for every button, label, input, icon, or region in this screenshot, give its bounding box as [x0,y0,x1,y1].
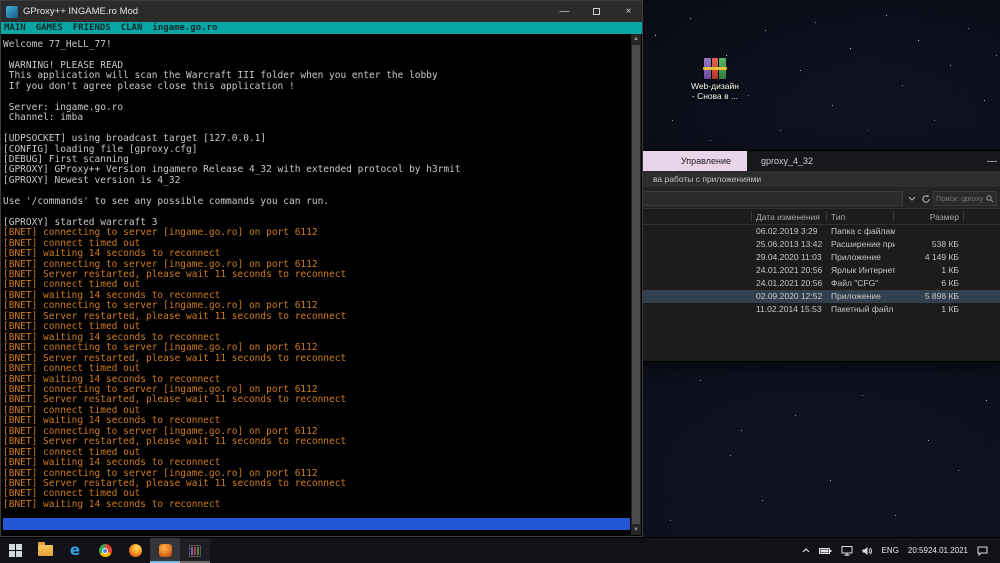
tray-time: 20:59 [908,546,928,555]
console-titlebar[interactable]: GProxy++ INGAME.ro Mod — × [1,1,642,22]
console-minimize-button[interactable]: — [551,1,578,22]
folder-icon [38,545,53,556]
file-size: 538 КБ [891,239,959,249]
file-type: Расширение при... [831,239,895,249]
taskbar-file-explorer-button[interactable] [30,538,60,563]
taskbar-edge-button[interactable]: e [60,538,90,563]
menu-item-clan[interactable]: CLAN [121,23,143,33]
battery-icon[interactable] [819,546,832,556]
column-divider[interactable] [963,211,964,222]
menu-item-server[interactable]: ingame.go.ro [152,23,217,33]
console-line: [BNET] waiting 14 seconds to reconnect [3,458,630,468]
windows-logo-icon [9,544,22,557]
file-type: Приложение [831,252,895,262]
console-input-bar[interactable] [3,518,630,530]
console-window-title: GProxy++ INGAME.ro Mod [23,6,546,17]
column-divider[interactable] [893,211,894,222]
search-input[interactable] [934,194,986,203]
console-line: [BNET] waiting 14 seconds to reconnect [3,500,630,510]
file-size: 1 КБ [891,304,959,314]
file-type: Пакетный файл ... [831,304,895,314]
desktop-icon-label-line2: - Снова в ... [684,92,746,102]
column-header-size[interactable]: Размер [896,212,959,222]
console-scrollbar[interactable]: ▲ ▼ [631,34,641,535]
file-type: Файл "CFG" [831,278,895,288]
explorer-minimize-button[interactable]: — [975,151,1000,171]
menu-item-friends[interactable]: FRIENDS [73,23,111,33]
file-date: 24.01.2021 20:56 [756,265,822,275]
file-type: Папка с файлами [831,226,895,236]
contextual-tab-label: Управление [681,156,731,166]
file-size: 6 КБ [891,278,959,288]
file-size: 1 КБ [891,265,959,275]
explorer-window-title: gproxy_4_32 [761,156,813,166]
file-type: Ярлык Интернета [831,265,895,275]
file-date: 02.09.2020 12:52 [756,291,822,301]
refresh-icon[interactable] [919,192,932,205]
gproxy-app-icon [6,6,18,18]
column-header-type[interactable]: Тип [831,212,845,222]
console-close-button[interactable]: × [615,1,642,22]
console-line: [UDPSOCKET] using broadcast target [127.… [3,134,630,144]
firefox-icon [129,544,142,557]
menu-item-games[interactable]: GAMES [36,23,63,33]
console-output: Welcome 77_HeLL_77! WARNING! PLEASE READ… [3,34,630,512]
file-date: 06.02.2019 3:29 [756,226,817,236]
start-button[interactable] [0,538,30,563]
column-divider[interactable] [751,211,752,222]
desktop-icon-webdesign[interactable]: Web-дизайн - Снова в ... [684,58,746,101]
console-line: If you don't agree please close this app… [3,82,630,92]
menu-item-main[interactable]: MAIN [4,23,26,33]
chrome-icon [99,544,112,557]
volume-icon[interactable] [862,546,873,556]
gproxy-taskbar-icon [159,544,172,557]
search-icon [986,195,994,203]
desktop-icon-label: Web-дизайн - Снова в ... [684,82,746,101]
action-center-icon[interactable] [977,546,988,556]
console-line: Use '/commands' to see any possible comm… [3,197,630,207]
console-menubar: MAIN GAMES FRIENDS CLAN ingame.go.ro [1,22,642,34]
scrollbar-thumb[interactable] [632,45,640,524]
gproxy-console-window: GProxy++ INGAME.ro Mod — × MAIN GAMES FR… [0,0,643,537]
console-line: Channel: imba [3,113,630,123]
console-line: [BNET] connect timed out [3,364,630,374]
taskbar-gproxy-button[interactable] [150,538,180,563]
taskbar: e ENG 20:59 24.01.2021 [0,537,1000,563]
file-size: 4 149 КБ [891,252,959,262]
file-type: Приложение [831,291,895,301]
console-maximize-button[interactable] [583,1,610,22]
console-line: Server: ingame.go.ro [3,103,630,113]
search-box [933,191,997,206]
network-icon[interactable] [841,546,853,556]
hidden-icons-chevron[interactable] [802,548,810,553]
taskbar-app-button[interactable] [180,538,210,563]
column-divider[interactable] [826,211,827,222]
console-line: [GPROXY] Newest version is 4_32 [3,176,630,186]
file-size: 5 898 КБ [891,291,959,301]
taskbar-chrome-button[interactable] [90,538,120,563]
system-tray: ENG 20:59 24.01.2021 [802,538,1000,563]
winrar-archive-icon [704,58,726,79]
clock[interactable]: 20:59 24.01.2021 [908,546,968,555]
tray-date: 24.01.2021 [928,546,968,555]
address-dropdown-icon[interactable] [906,192,918,205]
file-date: 11.02.2014 15:53 [756,304,822,314]
scroll-up-icon[interactable]: ▲ [631,34,641,44]
language-indicator[interactable]: ENG [882,546,899,555]
console-line: [BNET] waiting 14 seconds to reconnect [3,249,630,259]
edge-icon: e [70,543,80,558]
archive-app-icon [189,545,201,557]
file-date: 29.04.2020 11:03 [756,252,822,262]
ribbon-contextual-label: ва работы с приложениями [653,174,761,184]
scroll-down-icon[interactable]: ▼ [631,525,641,535]
taskbar-firefox-button[interactable] [120,538,150,563]
file-date: 24.01.2021 20:56 [756,278,822,288]
column-header-date[interactable]: Дата изменения [756,212,820,222]
console-line: Welcome 77_HeLL_77! [3,40,630,50]
file-date: 25.06.2013 13:42 [756,239,822,249]
